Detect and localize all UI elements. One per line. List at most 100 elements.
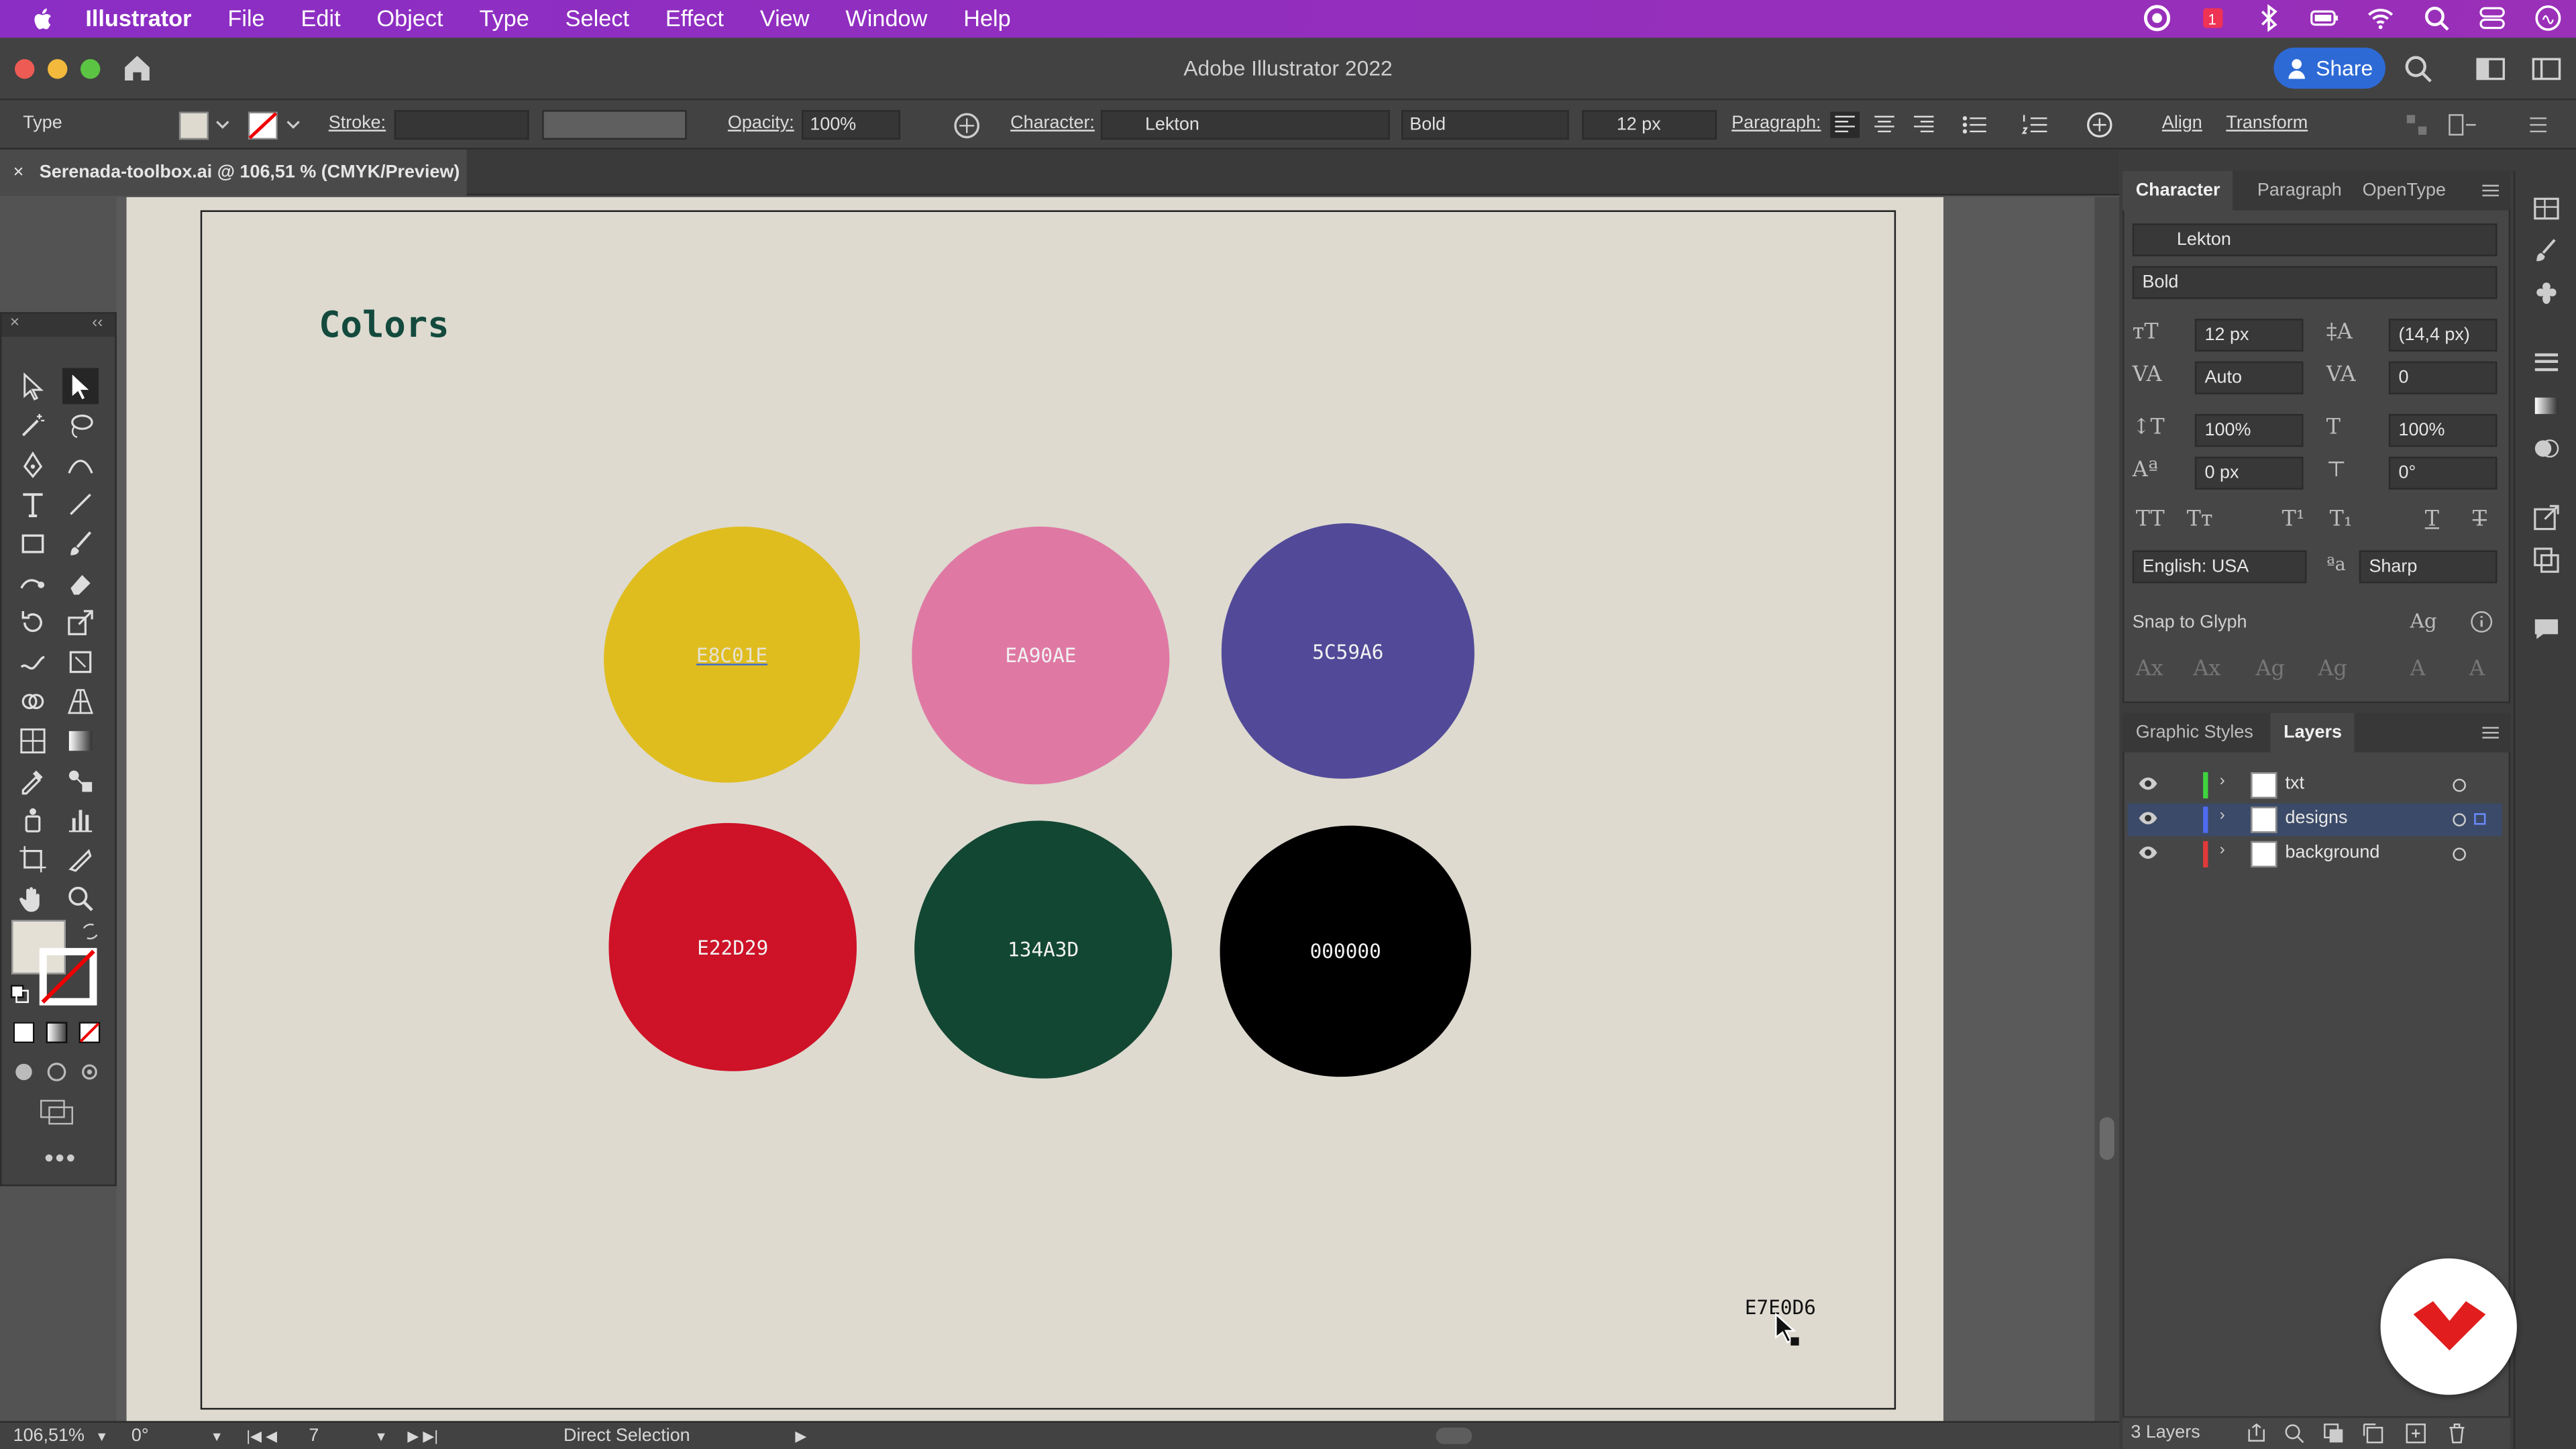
status-menu-icon[interactable]: ▶ bbox=[795, 1428, 806, 1446]
vertical-scale-field[interactable]: 100% bbox=[2194, 414, 2304, 447]
new-sublayer-icon[interactable] bbox=[2363, 1423, 2384, 1444]
eye-icon[interactable] bbox=[2137, 775, 2159, 792]
tab-paragraph[interactable]: Paragraph bbox=[2244, 171, 2355, 211]
target-circle-icon[interactable] bbox=[2451, 777, 2467, 793]
stroke-panel-icon[interactable] bbox=[2532, 348, 2561, 378]
next-artboard-icon[interactable]: ▶ ▶| bbox=[407, 1428, 438, 1446]
menu-type[interactable]: Type bbox=[462, 0, 547, 38]
zoom-tool[interactable] bbox=[62, 881, 99, 917]
snap-angular-icon[interactable]: A bbox=[2410, 657, 2426, 682]
panel-menu-icon[interactable] bbox=[2481, 180, 2500, 200]
export-icon[interactable] bbox=[2246, 1423, 2267, 1444]
rectangle-tool[interactable] bbox=[15, 526, 51, 562]
recolor-icon[interactable] bbox=[953, 112, 981, 140]
draw-inside-icon[interactable] bbox=[79, 1061, 101, 1083]
swatch-blob-2[interactable]: EA90AE bbox=[908, 524, 1173, 787]
snap-baseline-icon[interactable]: Ax bbox=[2136, 657, 2163, 682]
none-mode-button[interactable] bbox=[78, 1022, 101, 1044]
panel-toggle-icon[interactable] bbox=[2532, 56, 2561, 82]
chevron-down-icon[interactable] bbox=[286, 117, 301, 131]
kerning-field[interactable]: Auto bbox=[2194, 361, 2304, 394]
transform-label[interactable]: Transform bbox=[2226, 100, 2308, 148]
chevron-down-icon[interactable] bbox=[215, 117, 230, 131]
curvature-tool[interactable] bbox=[62, 447, 99, 483]
spotlight-icon[interactable] bbox=[2422, 3, 2451, 33]
swatch-hex-label[interactable]: EA90AE bbox=[1005, 644, 1076, 667]
align-center-icon[interactable] bbox=[1870, 112, 1899, 138]
first-artboard-icon[interactable]: |◀ ◀ bbox=[246, 1428, 277, 1446]
magic-wand-tool[interactable] bbox=[15, 407, 51, 443]
vertical-scrollbar[interactable] bbox=[2094, 197, 2120, 1421]
perspective-grid-tool[interactable] bbox=[62, 684, 99, 720]
layer-name[interactable]: background bbox=[2286, 843, 2380, 862]
warp-tool[interactable] bbox=[15, 644, 51, 680]
notification-icon[interactable]: 1 bbox=[2198, 3, 2228, 33]
layer-name[interactable]: txt bbox=[2286, 773, 2304, 793]
symbols-icon[interactable] bbox=[2532, 279, 2561, 309]
menu-file[interactable]: File bbox=[209, 0, 282, 38]
horizontal-scroll-thumb[interactable] bbox=[1436, 1428, 1472, 1444]
chevron-down-icon[interactable]: ▼ bbox=[210, 1430, 223, 1444]
menu-select[interactable]: Select bbox=[547, 0, 647, 38]
leading-field[interactable]: (14,4 px) bbox=[2388, 319, 2498, 352]
swatch-hex-label[interactable]: 000000 bbox=[1310, 940, 1381, 963]
comments-icon[interactable] bbox=[2532, 614, 2561, 644]
screen-mode-icon[interactable] bbox=[40, 1099, 76, 1125]
control-center-icon[interactable] bbox=[2477, 3, 2507, 33]
transparency-icon[interactable] bbox=[2532, 434, 2561, 464]
font-style-field[interactable]: Bold bbox=[1401, 110, 1569, 140]
gradient-panel-icon[interactable] bbox=[2532, 391, 2561, 421]
share-button[interactable]: Share bbox=[2273, 48, 2385, 89]
swatch-blob-4[interactable]: E22D29 bbox=[606, 818, 859, 1076]
draw-behind-icon[interactable] bbox=[46, 1061, 68, 1083]
libraries-icon[interactable] bbox=[2532, 194, 2561, 223]
underline-icon[interactable]: T bbox=[2425, 508, 2439, 533]
swatch-hex-label[interactable]: 134A3D bbox=[1008, 938, 1079, 961]
brushes-icon[interactable] bbox=[2532, 237, 2561, 266]
gradient-mode-button[interactable] bbox=[46, 1022, 68, 1044]
horizontal-scale-field[interactable]: 100% bbox=[2388, 414, 2498, 447]
rotation-value[interactable]: 0° bbox=[131, 1426, 149, 1446]
document-tab[interactable]: × Serenada-toolbox.ai @ 106,51 % (CMYK/P… bbox=[0, 149, 467, 196]
locate-object-icon[interactable] bbox=[2284, 1423, 2305, 1444]
siri-icon[interactable] bbox=[2533, 3, 2563, 33]
free-transform-tool[interactable] bbox=[62, 644, 99, 680]
shaper-tool[interactable] bbox=[15, 565, 51, 601]
default-colors-icon[interactable] bbox=[10, 984, 30, 1004]
battery-icon[interactable] bbox=[2310, 3, 2339, 33]
chevron-right-icon[interactable]: › bbox=[2220, 841, 2225, 859]
close-tab-icon[interactable]: × bbox=[13, 150, 24, 196]
control-menu-icon[interactable] bbox=[2527, 112, 2550, 138]
chevron-down-icon[interactable]: ▼ bbox=[95, 1430, 108, 1444]
column-graph-tool[interactable] bbox=[62, 802, 99, 838]
info-icon[interactable] bbox=[2469, 610, 2494, 635]
tab-character[interactable]: Character bbox=[2123, 170, 2234, 211]
subscript-icon[interactable]: T₁ bbox=[2330, 508, 2353, 533]
panel-menu-icon[interactable] bbox=[2481, 723, 2500, 743]
pen-tool[interactable] bbox=[15, 447, 51, 483]
workspace-icon[interactable] bbox=[2476, 56, 2506, 82]
gradient-tool[interactable] bbox=[62, 723, 99, 759]
align-left-icon[interactable] bbox=[1830, 111, 1860, 138]
fill-swatch[interactable] bbox=[178, 111, 209, 140]
strikethrough-icon[interactable]: T bbox=[2473, 508, 2487, 533]
layer-row[interactable]: › txt bbox=[2127, 769, 2502, 802]
line-segment-tool[interactable] bbox=[62, 486, 99, 523]
chevron-right-icon[interactable]: › bbox=[2220, 806, 2225, 824]
swatch-blob-3[interactable]: 5C59A6 bbox=[1219, 519, 1477, 786]
delete-layer-icon[interactable] bbox=[2447, 1423, 2468, 1444]
bullets-icon[interactable] bbox=[1960, 112, 1990, 138]
snap-anchor-icon[interactable]: A bbox=[2469, 657, 2485, 682]
swatch-hex-label[interactable]: E22D29 bbox=[697, 936, 768, 959]
menu-view[interactable]: View bbox=[742, 0, 828, 38]
swatch-hex-label[interactable]: E8C01E bbox=[696, 643, 767, 666]
swatch-hex-label[interactable]: 5C59A6 bbox=[1312, 641, 1383, 663]
eye-icon[interactable] bbox=[2137, 810, 2159, 826]
menu-app[interactable]: Illustrator bbox=[67, 0, 209, 38]
opacity-field[interactable]: 100% bbox=[802, 110, 901, 140]
slice-tool[interactable] bbox=[62, 841, 99, 877]
zoom-level[interactable]: 106,51% bbox=[13, 1426, 85, 1446]
paintbrush-tool[interactable] bbox=[62, 526, 99, 562]
stroke-label[interactable]: Stroke: bbox=[329, 100, 386, 148]
menu-effect[interactable]: Effect bbox=[647, 0, 742, 38]
